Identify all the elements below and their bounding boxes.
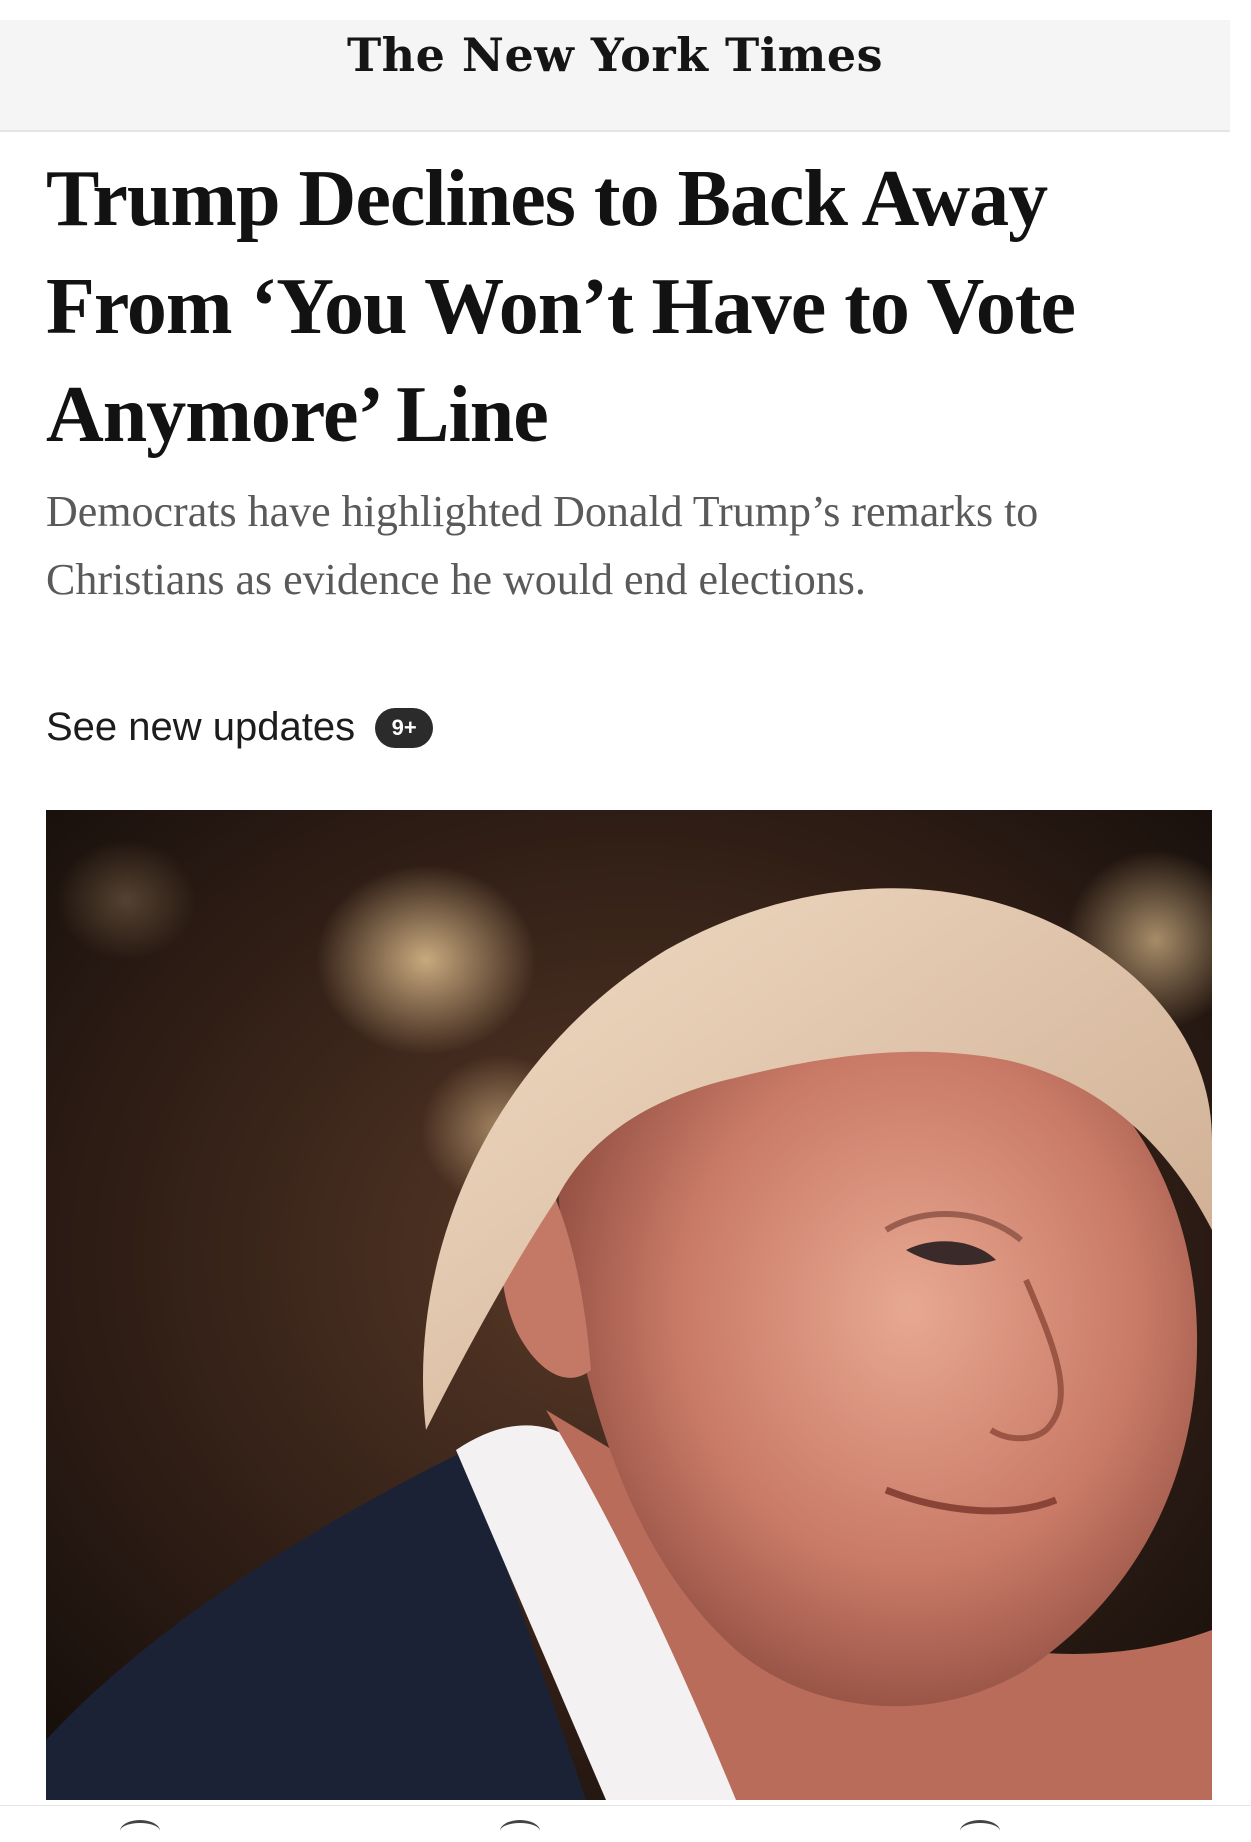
portrait-image	[46, 810, 1212, 1800]
nyt-logo[interactable]: The New York Times	[347, 28, 883, 82]
article-headline[interactable]: Trump Declines to Back Away From ‘You Wo…	[46, 145, 1206, 469]
bottom-navigation	[0, 1805, 1251, 1839]
article-photo	[46, 810, 1212, 1800]
see-new-updates-button[interactable]: See new updates 9+	[46, 705, 434, 750]
article-summary: Democrats have highlighted Donald Trump’…	[46, 487, 1039, 604]
updates-label: See new updates	[46, 705, 356, 749]
masthead: The New York Times	[0, 20, 1230, 132]
updates-count-badge: 9+	[375, 707, 434, 748]
bottom-nav-icon[interactable]	[960, 1820, 1000, 1842]
bottom-nav-icon[interactable]	[500, 1820, 540, 1842]
bottom-nav-icon[interactable]	[120, 1820, 160, 1842]
